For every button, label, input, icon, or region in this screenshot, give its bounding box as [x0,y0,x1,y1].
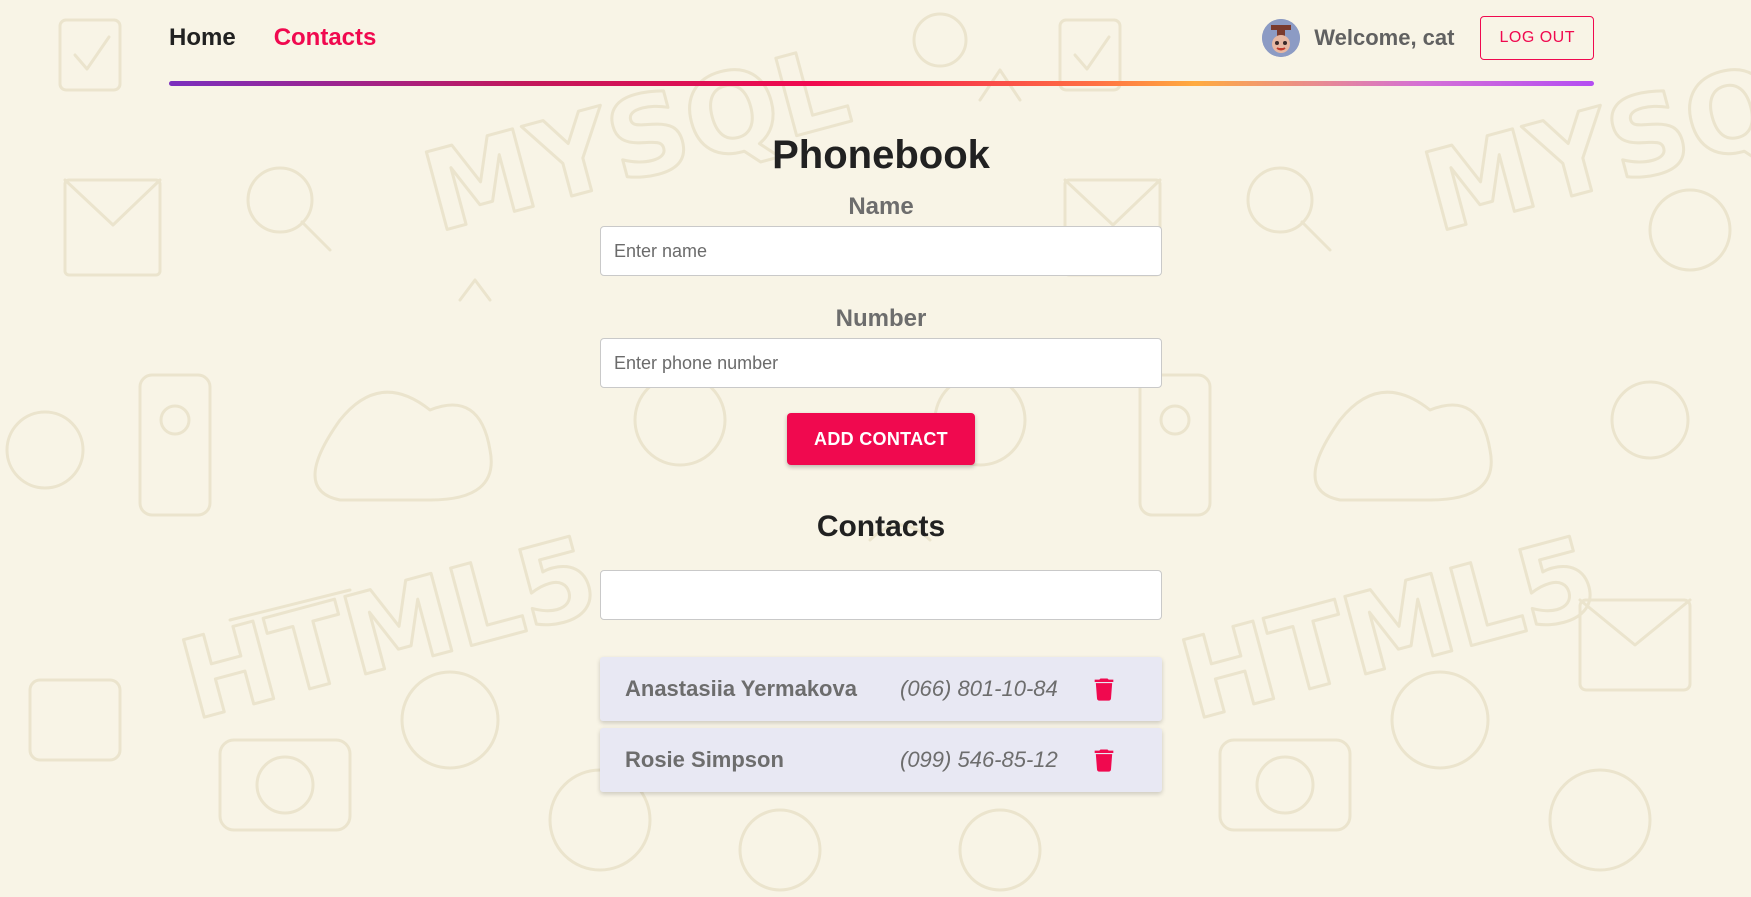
nav-link-home[interactable]: Home [169,22,236,54]
contact-number: (066) 801-10-84 [900,676,1058,701]
trash-icon [1094,749,1114,772]
main-nav: Home Contacts [169,22,376,54]
contacts-heading: Contacts [816,510,946,543]
page: Home Contacts Welcome, cat LOG OUT Phone… [0,0,1751,897]
page-title: Phonebook [772,133,990,177]
welcome-text: Welcome, cat [1314,25,1455,50]
nav-link-contacts[interactable]: Contacts [274,22,377,54]
contact-name: Anastasiia Yermakova [625,676,857,701]
header-gradient-divider [169,81,1594,86]
user-avatar-icon [1262,19,1301,57]
phonebook-main: Phonebook Name Number ADD CONTACT Contac… [600,120,1162,799]
name-input[interactable] [600,226,1162,276]
number-input[interactable] [600,338,1162,388]
logout-button[interactable]: LOG OUT [1480,16,1594,60]
contact-list: Anastasiia Yermakova (066) 801-10-84 Ros… [600,657,1162,792]
delete-contact-button[interactable] [1090,746,1118,774]
name-label: Name [848,193,914,220]
add-contact-form: Name Number ADD CONTACT [600,192,1162,465]
contact-number: (099) 546-85-12 [900,747,1058,772]
add-contact-button[interactable]: ADD CONTACT [787,413,975,465]
contact-item: Anastasiia Yermakova (066) 801-10-84 [600,657,1162,721]
delete-contact-button[interactable] [1090,675,1118,703]
avatar [1262,19,1301,57]
contact-item: Rosie Simpson (099) 546-85-12 [600,728,1162,792]
filter-input[interactable] [600,570,1162,620]
number-label: Number [835,305,927,332]
app-header: Home Contacts Welcome, cat LOG OUT [169,0,1594,86]
user-menu: Welcome, cat LOG OUT [1262,16,1594,60]
contact-name: Rosie Simpson [625,747,784,772]
trash-icon [1094,678,1114,701]
